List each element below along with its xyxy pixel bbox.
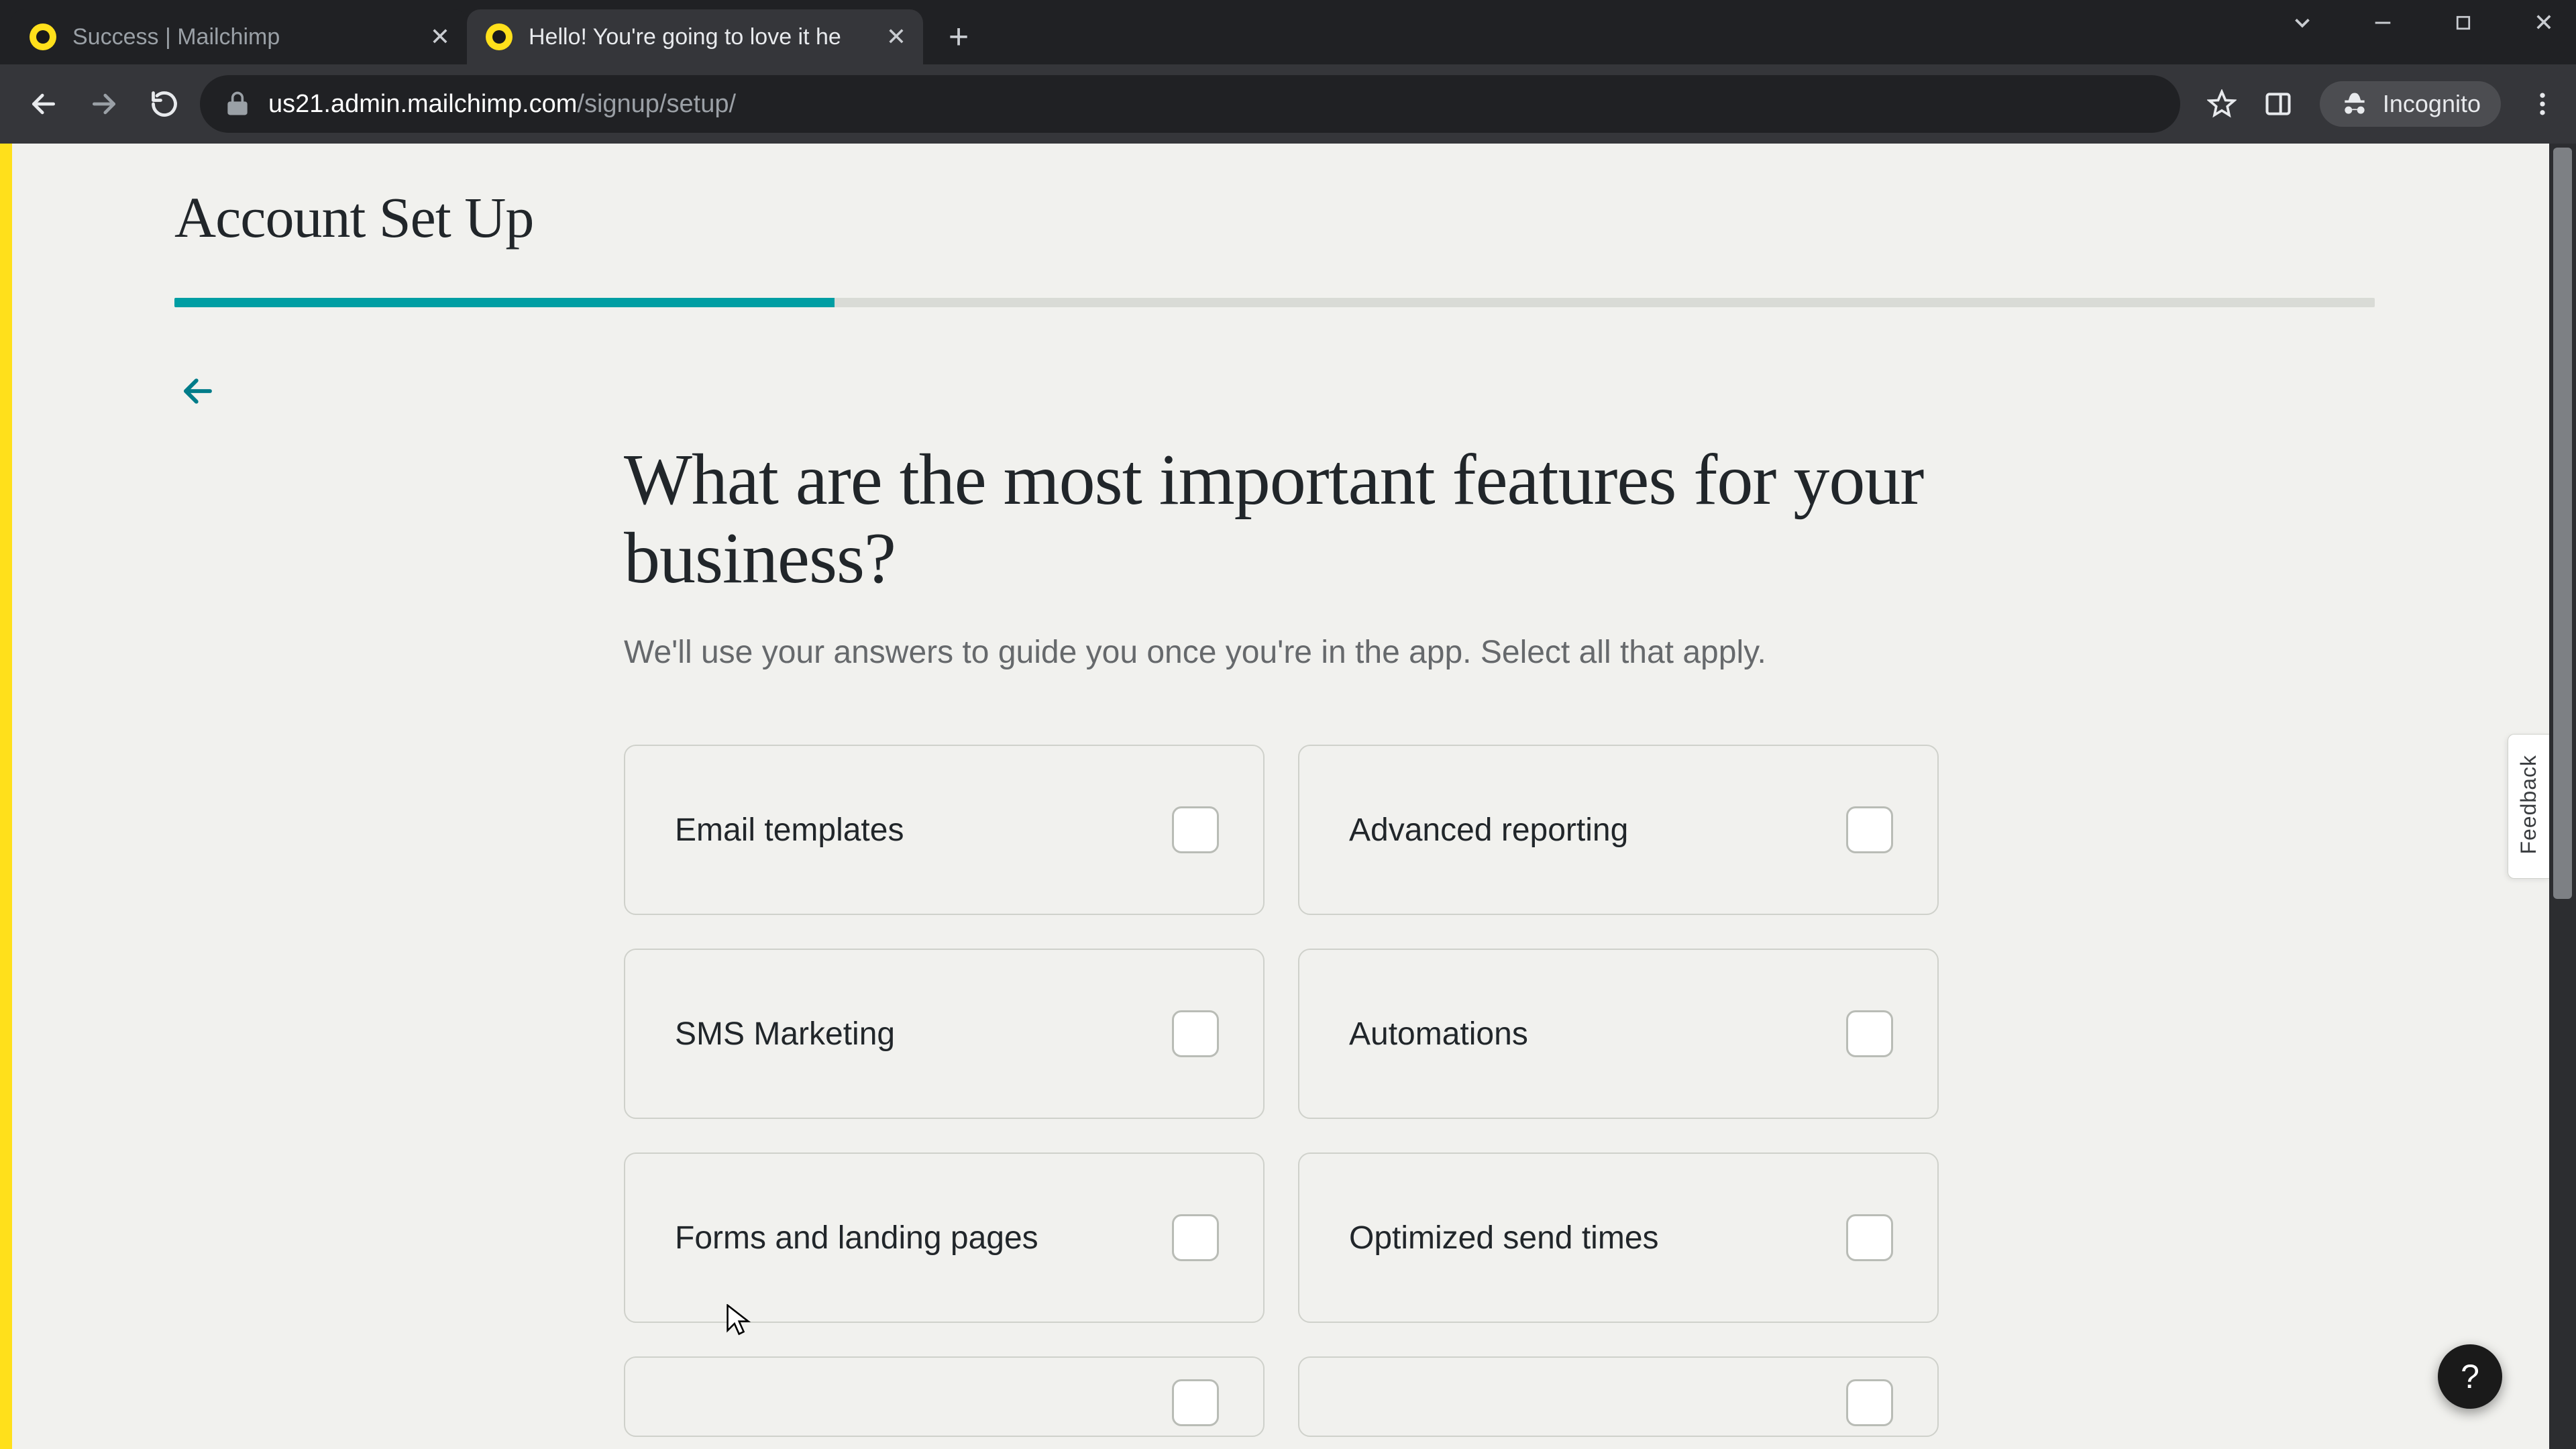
help-button[interactable]: ? [2438, 1344, 2502, 1409]
url-host: us21.admin.mailchimp.com [268, 90, 577, 118]
url-path: /signup/setup/ [577, 90, 736, 118]
incognito-indicator[interactable]: Incognito [2320, 81, 2501, 127]
checkbox[interactable] [1172, 1010, 1219, 1057]
incognito-label: Incognito [2383, 90, 2481, 118]
question-heading: What are the most important features for… [624, 441, 1939, 598]
option-label: Automations [1349, 1016, 1528, 1053]
close-window-button[interactable]: ✕ [2522, 7, 2565, 39]
option-next-row-left[interactable] [624, 1356, 1265, 1437]
option-next-row-right[interactable] [1298, 1356, 1939, 1437]
checkbox[interactable] [1846, 1214, 1893, 1261]
close-tab-button[interactable]: ✕ [427, 23, 453, 50]
tab-title: Success | Mailchimp [72, 24, 411, 50]
checkbox[interactable] [1846, 806, 1893, 853]
tab-search-button[interactable] [2281, 7, 2324, 39]
lock-icon [223, 89, 252, 119]
tab-title: Hello! You're going to love it he [529, 24, 867, 50]
mailchimp-favicon-icon [30, 23, 56, 50]
brand-accent-bar [0, 144, 12, 1449]
incognito-icon [2340, 89, 2369, 119]
option-optimized-send-times[interactable]: Optimized send times [1298, 1152, 1939, 1323]
page-title: Account Set Up [174, 184, 2375, 251]
reload-button[interactable] [140, 79, 189, 129]
checkbox[interactable] [1172, 806, 1219, 853]
tab-success[interactable]: Success | Mailchimp ✕ [11, 9, 467, 64]
new-tab-button[interactable]: + [935, 13, 982, 60]
browser-toolbar: us21.admin.mailchimp.com/signup/setup/ I… [0, 64, 2576, 144]
checkbox[interactable] [1846, 1010, 1893, 1057]
browser-window: Success | Mailchimp ✕ Hello! You're goin… [0, 0, 2576, 1449]
close-tab-button[interactable]: ✕ [883, 23, 910, 50]
bookmark-star-icon[interactable] [2207, 89, 2237, 119]
page-content: Account Set Up What are the most importa… [0, 144, 2549, 1449]
url-text: us21.admin.mailchimp.com/signup/setup/ [268, 90, 736, 119]
address-bar[interactable]: us21.admin.mailchimp.com/signup/setup/ [200, 75, 2180, 133]
question-subtext: We'll use your answers to guide you once… [624, 634, 1939, 671]
forward-button[interactable] [79, 79, 129, 129]
viewport: Account Set Up What are the most importa… [0, 144, 2576, 1449]
toolbar-right: Incognito [2207, 81, 2557, 127]
option-label: Optimized send times [1349, 1220, 1659, 1256]
option-label: Advanced reporting [1349, 812, 1628, 849]
progress-fill [174, 298, 835, 307]
window-controls: ✕ [2281, 7, 2565, 39]
option-label: SMS Marketing [675, 1016, 895, 1053]
options-grid: Email templates Advanced reporting SMS M… [624, 745, 1939, 1437]
tab-setup[interactable]: Hello! You're going to love it he ✕ [467, 9, 923, 64]
mouse-cursor-icon [724, 1304, 751, 1340]
option-advanced-reporting[interactable]: Advanced reporting [1298, 745, 1939, 915]
checkbox[interactable] [1172, 1379, 1219, 1426]
progress-bar [174, 298, 2375, 307]
back-button[interactable] [19, 79, 68, 129]
option-label: Forms and landing pages [675, 1220, 1038, 1256]
scrollbar-thumb[interactable] [2553, 148, 2572, 899]
feedback-tab[interactable]: Feedback [2508, 734, 2549, 879]
vertical-scrollbar[interactable] [2549, 144, 2576, 1449]
maximize-button[interactable] [2442, 7, 2485, 39]
minimize-button[interactable] [2361, 7, 2404, 39]
option-sms-marketing[interactable]: SMS Marketing [624, 949, 1265, 1119]
option-forms-landing-pages[interactable]: Forms and landing pages [624, 1152, 1265, 1323]
feedback-label: Feedback [2516, 755, 2541, 855]
option-email-templates[interactable]: Email templates [624, 745, 1265, 915]
option-label: Email templates [675, 812, 904, 849]
kebab-menu-icon[interactable] [2528, 89, 2557, 119]
help-icon: ? [2461, 1357, 2479, 1396]
checkbox[interactable] [1172, 1214, 1219, 1261]
checkbox[interactable] [1846, 1379, 1893, 1426]
side-panel-icon[interactable] [2263, 89, 2293, 119]
mailchimp-favicon-icon [486, 23, 513, 50]
option-automations[interactable]: Automations [1298, 949, 1939, 1119]
step-back-button[interactable] [174, 368, 221, 415]
tab-strip: Success | Mailchimp ✕ Hello! You're goin… [0, 0, 2576, 64]
